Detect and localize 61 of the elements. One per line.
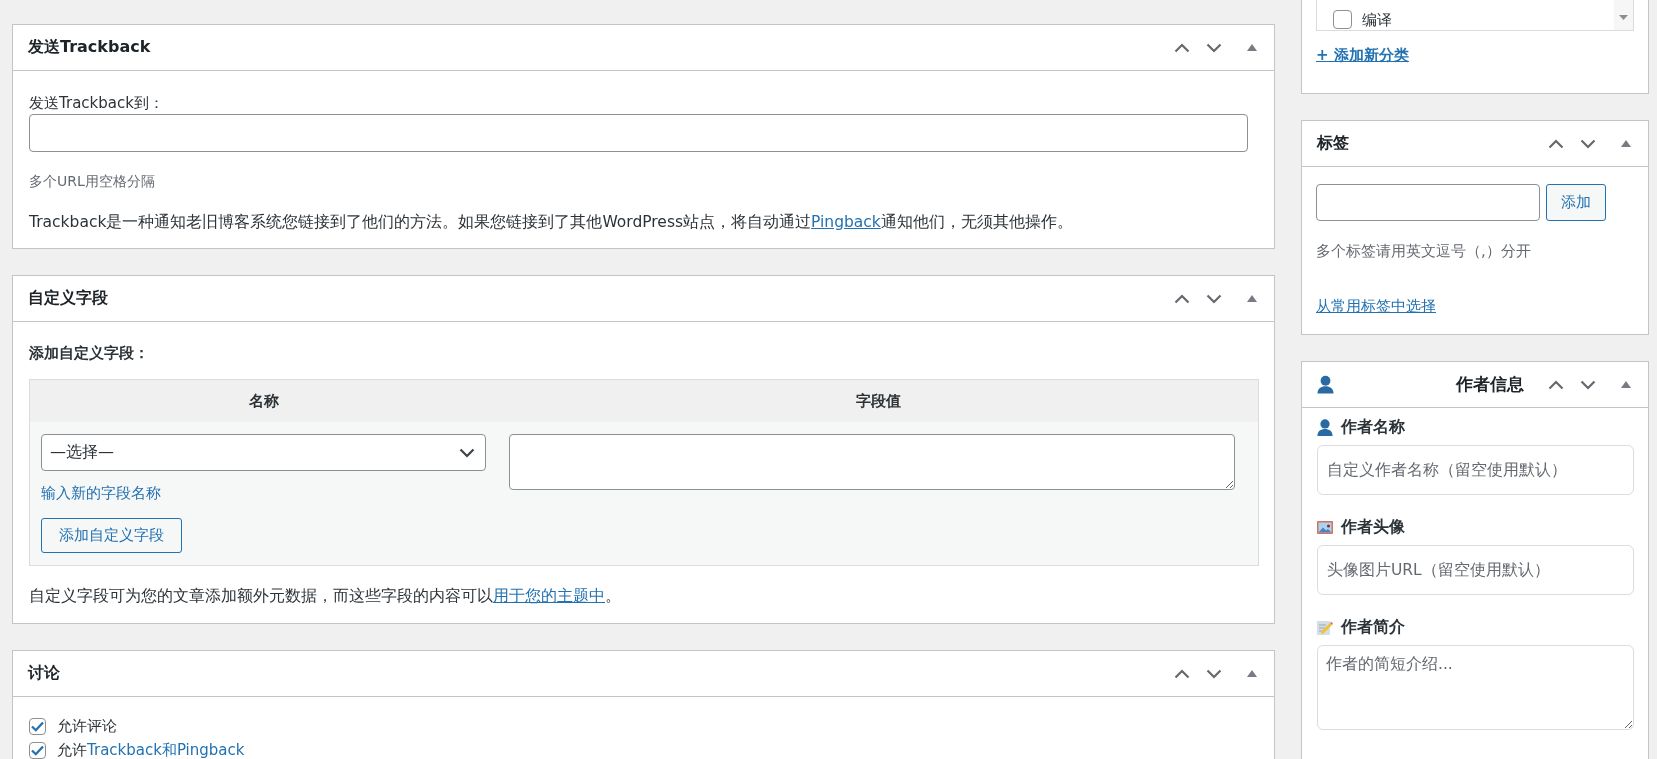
checkbox[interactable] [29, 717, 46, 735]
triangle-up-icon [1247, 295, 1257, 302]
memo-pencil-icon [1317, 619, 1333, 635]
theme-usage-link[interactable]: 用于您的主题中 [493, 587, 605, 605]
option-label: 允许评论 [57, 717, 117, 735]
checkmark-icon [31, 744, 44, 756]
chevron-down-icon [1580, 138, 1596, 149]
add-tag-button[interactable]: 添加 [1546, 184, 1606, 221]
trackback-url-input[interactable] [29, 114, 1248, 152]
checkbox[interactable] [1333, 10, 1352, 29]
field-name-select[interactable]: —选择— [41, 434, 486, 471]
column-header: 名称 [248, 391, 280, 411]
section-subtitle: 添加自定义字段： [29, 343, 150, 363]
hint-text: 多个标签请用英文逗号（,）分开 [1316, 241, 1532, 261]
panel-title: 自定义字段 [28, 288, 108, 309]
author-bio-textarea[interactable]: 作者的简短介绍... [1317, 645, 1634, 730]
panel-title: 作者信息 [1456, 373, 1524, 396]
chevron-down-icon [1206, 293, 1222, 304]
picture-icon [1317, 520, 1333, 534]
field-label: 作者简介 [1341, 616, 1405, 638]
panel-title: 发送Trackback [28, 37, 151, 58]
triangle-up-icon [1247, 670, 1257, 677]
author-name-input[interactable]: 自定义作者名称（留空使用默认） [1317, 445, 1634, 495]
trackback-description: Trackback是一种通知老旧博客系统您链接到了他们的方法。如果您链接到了其他WordPress站点，将自动通过Pingback通知他们，无须其他操作。 [29, 212, 1074, 232]
option-link[interactable]: Trackback和Pingback [87, 741, 245, 759]
add-custom-field-button[interactable]: 添加自定义字段 [41, 518, 182, 553]
chevron-up-icon [1548, 138, 1564, 149]
triangle-up-icon [1621, 140, 1631, 147]
option-label: 允许Trackback和Pingback [57, 741, 245, 759]
new-field-name-link[interactable]: 输入新的字段名称 [41, 483, 161, 503]
chevron-up-icon [1548, 379, 1564, 390]
panel-title: 标签 [1317, 133, 1349, 154]
checkbox[interactable] [29, 741, 46, 759]
person-icon [1317, 375, 1334, 394]
scrollbar[interactable] [1614, 0, 1633, 30]
chevron-up-icon [1174, 293, 1190, 304]
field-label: 作者头像 [1341, 516, 1405, 538]
pingback-link[interactable]: Pingback [811, 213, 881, 231]
field-label: 作者名称 [1341, 416, 1405, 438]
column-header: 字段值 [854, 391, 902, 411]
chevron-down-icon [1206, 668, 1222, 679]
field-value-textarea[interactable] [509, 434, 1235, 490]
chevron-down-icon [459, 447, 475, 458]
checkmark-icon [31, 720, 44, 732]
scroll-down-arrow-icon [1619, 15, 1628, 20]
triangle-up-icon [1247, 44, 1257, 51]
chevron-down-icon [1206, 42, 1222, 53]
avatar-url-input[interactable]: 头像图片URL（留空使用默认） [1317, 545, 1634, 595]
chevron-down-icon [1580, 379, 1596, 390]
chevron-up-icon [1174, 42, 1190, 53]
triangle-up-icon [1621, 381, 1631, 388]
field-label: 发送Trackback到： [29, 93, 165, 113]
add-category-link[interactable]: + 添加新分类 [1316, 45, 1409, 65]
chevron-up-icon [1174, 668, 1190, 679]
category-label: 编译 [1362, 10, 1392, 29]
choose-tags-link[interactable]: 从常用标签中选择 [1316, 296, 1436, 316]
custom-fields-note: 自定义字段可为您的文章添加额外元数据，而这些字段的内容可以用于您的主题中。 [29, 586, 622, 606]
person-icon [1317, 418, 1333, 436]
hint-text: 多个URL用空格分隔 [29, 172, 156, 191]
panel-title: 讨论 [28, 663, 60, 684]
tag-input[interactable] [1316, 184, 1540, 221]
